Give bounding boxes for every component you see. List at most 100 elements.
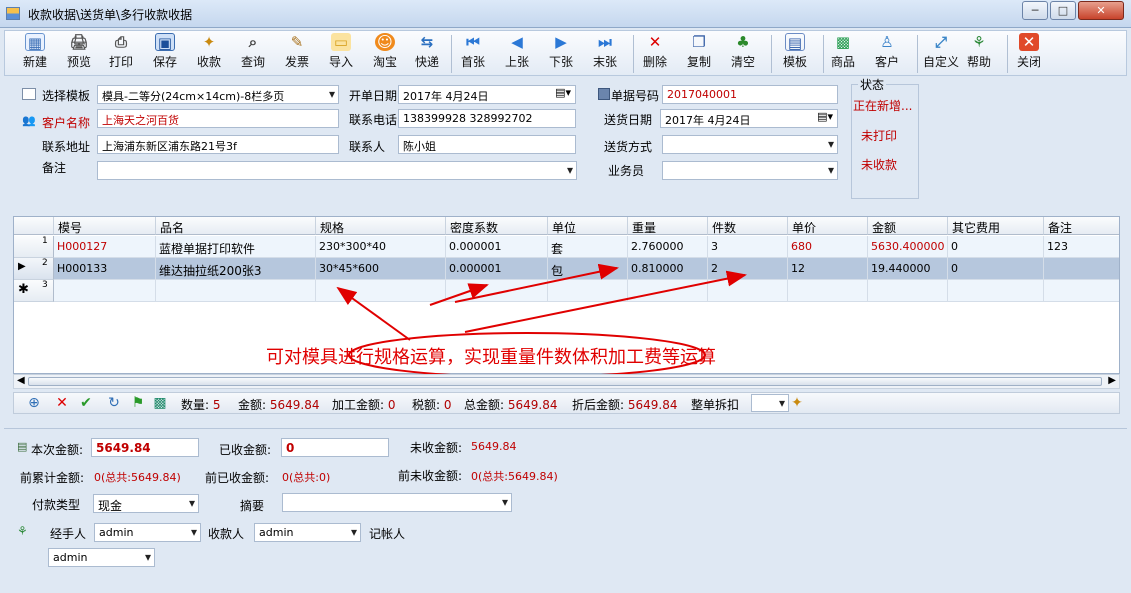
column-header[interactable]: 品名 — [156, 217, 316, 235]
column-header[interactable]: 密度系数 — [446, 217, 548, 235]
maximize-button[interactable]: □ — [1050, 1, 1076, 20]
template-select[interactable]: 模具-二等分(24cm×14cm)-8栏多页 — [97, 85, 339, 104]
salesman-select[interactable] — [662, 161, 838, 180]
confirm-icon[interactable]: ✔ — [78, 395, 94, 411]
clear-button[interactable]: ♣ 清空 — [731, 33, 755, 70]
column-header[interactable]: 重量 — [628, 217, 708, 235]
table-row-new[interactable]: ✱ 3 — [14, 280, 1119, 302]
docno-field[interactable]: 2017040001 — [662, 85, 838, 104]
grid-cell[interactable] — [446, 280, 548, 302]
address-field[interactable]: 上海浦东新区浦东路21号3f — [97, 135, 339, 154]
taobao-button[interactable]: ☺ 淘宝 — [373, 33, 397, 70]
grid-cell[interactable]: 3 — [708, 236, 788, 258]
remark-select[interactable] — [97, 161, 577, 180]
grid-cell[interactable] — [548, 280, 628, 302]
grid-cell[interactable]: 2.760000 — [628, 236, 708, 258]
delete-row-icon[interactable]: ✕ — [54, 395, 70, 411]
grid-cell[interactable]: 套 — [548, 236, 628, 258]
column-header[interactable]: 备注 — [1044, 217, 1119, 235]
shipmethod-select[interactable] — [662, 135, 838, 154]
flag-icon[interactable]: ⚑ — [130, 395, 146, 411]
copy-button[interactable]: ❐ 复制 — [687, 33, 711, 70]
table-row-selected[interactable]: ▶ 2 H000133 维达抽拉纸200张3 30*45*600 0.000001… — [14, 258, 1119, 280]
preview-button[interactable]: 🖨 预览 — [67, 33, 91, 70]
phone-field[interactable]: 138399928 328992702 — [398, 109, 576, 128]
grid-cell[interactable] — [156, 280, 316, 302]
next-button[interactable]: ▶ 下张 — [549, 33, 573, 70]
scroll-left-icon[interactable]: ◀ — [17, 375, 25, 386]
grid-cell[interactable]: 维达抽拉纸200张3 — [156, 258, 316, 280]
grid-cell[interactable] — [948, 280, 1044, 302]
import-button[interactable]: ▭ 导入 — [329, 33, 353, 70]
goods-button[interactable]: ▩ 商品 — [831, 33, 855, 70]
column-header[interactable]: 规格 — [316, 217, 446, 235]
row-header[interactable]: ✱ 3 — [14, 280, 54, 302]
column-header[interactable]: 件数 — [708, 217, 788, 235]
grid-cell[interactable]: 0 — [948, 236, 1044, 258]
grid-cell[interactable] — [868, 280, 948, 302]
exit-button[interactable]: ✕ 关闭 — [1017, 33, 1041, 70]
custom-button[interactable]: ⤢ 自定义 — [923, 33, 959, 70]
column-header[interactable]: 单位 — [548, 217, 628, 235]
template-button[interactable]: ▤ 模板 — [783, 33, 807, 70]
horizontal-scrollbar[interactable]: ◀ ▶ — [13, 374, 1120, 389]
grid-cell[interactable]: 0.810000 — [628, 258, 708, 280]
print-button[interactable]: ⎙ 打印 — [109, 33, 133, 70]
grid-cell[interactable]: 0.000001 — [446, 258, 548, 280]
grid-cell[interactable]: 2 — [708, 258, 788, 280]
grid-cell[interactable] — [628, 280, 708, 302]
grid-cell[interactable]: 230*300*40 — [316, 236, 446, 258]
handler-select[interactable]: admin — [94, 523, 201, 542]
prev-button[interactable]: ◀ 上张 — [505, 33, 529, 70]
grid-cell[interactable]: 12 — [788, 258, 868, 280]
grid-cell[interactable]: H000133 — [54, 258, 156, 280]
grid-cell[interactable]: 蓝橙单据打印软件 — [156, 236, 316, 258]
date-picker[interactable]: 2017年 4月24日 ▤▾ — [398, 85, 576, 104]
row-header[interactable]: 1 — [14, 236, 54, 258]
bookkeeper-select[interactable]: admin — [48, 548, 155, 567]
grid-cell[interactable] — [316, 280, 446, 302]
grid-cell[interactable]: 123 — [1044, 236, 1119, 258]
contact-field[interactable]: 陈小姐 — [398, 135, 576, 154]
grid-cell[interactable]: 包 — [548, 258, 628, 280]
new-button[interactable]: ▦ 新建 — [23, 33, 47, 70]
summary-select[interactable] — [282, 493, 512, 512]
current-amount-field[interactable]: 5649.84 — [91, 438, 199, 457]
received-amount-field[interactable]: 0 — [281, 438, 389, 457]
express-button[interactable]: ⇆ 快递 — [415, 33, 439, 70]
close-window-button[interactable]: ✕ — [1078, 1, 1124, 20]
column-header[interactable]: 模号 — [54, 217, 156, 235]
last-button[interactable]: ⏭ 末张 — [593, 33, 617, 70]
round-select[interactable] — [751, 394, 789, 412]
grid-cell[interactable]: 5630.400000 — [868, 236, 948, 258]
column-header[interactable]: 金额 — [868, 217, 948, 235]
grid-cell[interactable]: 30*45*600 — [316, 258, 446, 280]
paytype-select[interactable]: 现金 — [93, 494, 199, 513]
help-button[interactable]: ⚘ 帮助 — [967, 33, 991, 70]
delete-button[interactable]: ✕ 删除 — [643, 33, 667, 70]
grid-cell[interactable]: H000127 — [54, 236, 156, 258]
collect-button[interactable]: ✦ 收款 — [197, 33, 221, 70]
shipdate-picker[interactable]: 2017年 4月24日 ▤▾ — [660, 109, 838, 128]
scroll-right-icon[interactable]: ▶ — [1108, 375, 1116, 386]
grid-cell[interactable] — [708, 280, 788, 302]
save-button[interactable]: ▣ 保存 — [153, 33, 177, 70]
row-header[interactable]: ▶ 2 — [14, 258, 54, 280]
grid-cell[interactable]: 0 — [948, 258, 1044, 280]
first-button[interactable]: ⏮ 首张 — [461, 33, 485, 70]
calculator-icon[interactable]: ✦ — [789, 395, 805, 411]
box-icon[interactable]: ▩ — [152, 395, 168, 411]
grid-cell[interactable]: 0.000001 — [446, 236, 548, 258]
minimize-button[interactable]: ─ — [1022, 1, 1048, 20]
scroll-thumb[interactable] — [28, 377, 1102, 386]
grid-cell[interactable] — [54, 280, 156, 302]
collector-select[interactable]: admin — [254, 523, 361, 542]
table-row[interactable]: 1 H000127 蓝橙单据打印软件 230*300*40 0.000001 套… — [14, 236, 1119, 258]
customer-field[interactable]: 上海天之河百货 — [97, 109, 339, 128]
query-button[interactable]: ⌕ 查询 — [241, 33, 265, 70]
grid-cell[interactable] — [788, 280, 868, 302]
customer-button[interactable]: ♙ 客户 — [875, 33, 899, 70]
add-row-icon[interactable]: ⊕ — [26, 395, 42, 411]
grid-cell[interactable]: 19.440000 — [868, 258, 948, 280]
grid-cell[interactable] — [1044, 258, 1119, 280]
